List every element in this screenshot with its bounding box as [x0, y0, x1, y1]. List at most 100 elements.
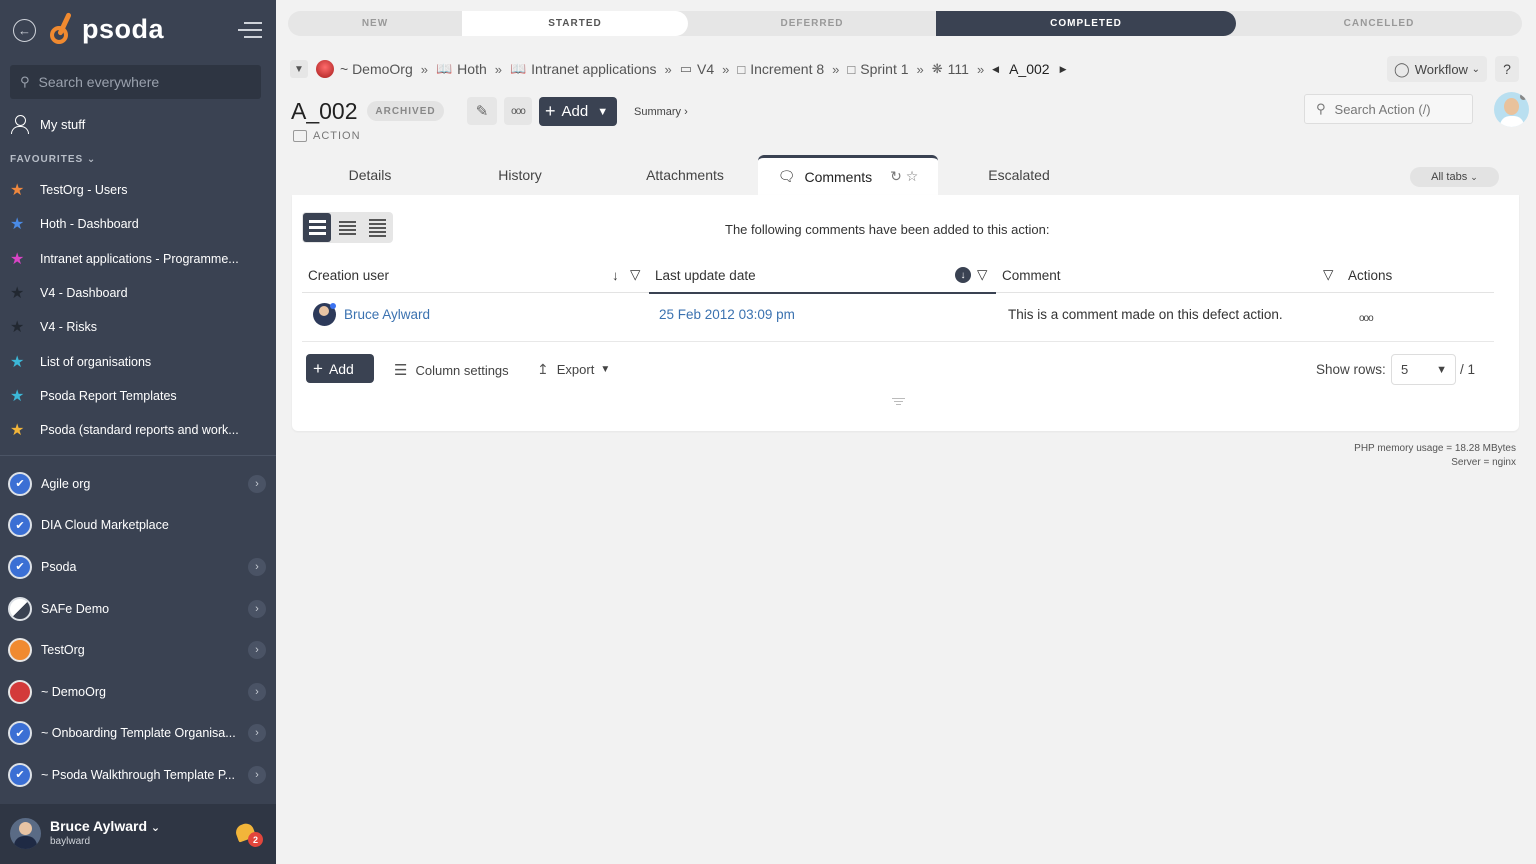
- breadcrumb-item-hoth[interactable]: 📖 Hoth: [436, 61, 487, 77]
- sidebar-divider: [0, 455, 276, 456]
- chevron-right-icon[interactable]: ›: [248, 765, 266, 784]
- status-bar: NEW STARTED DEFERRED COMPLETED CANCELLED: [288, 11, 1522, 36]
- chevron-right-icon[interactable]: ›: [248, 641, 266, 660]
- resize-grip-icon[interactable]: [892, 398, 905, 407]
- view-compact-button[interactable]: [333, 213, 361, 242]
- next-item-icon[interactable]: ▶: [1060, 64, 1067, 75]
- status-cancelled[interactable]: CANCELLED: [1236, 11, 1522, 36]
- notifications-bell[interactable]: 2: [233, 821, 263, 847]
- organisation-item[interactable]: SAFe Demo ›: [8, 588, 268, 630]
- user-name: Bruce Aylward ⌄: [50, 818, 161, 834]
- breadcrumb-item-demoorg[interactable]: ~ DemoOrg: [316, 60, 413, 78]
- book-icon: 📖: [435, 61, 453, 76]
- search-action-input[interactable]: ⚲ Search Action (/): [1304, 94, 1473, 124]
- avatar[interactable]: [1494, 92, 1529, 127]
- favourite-label: V4 - Risks: [40, 320, 97, 335]
- previous-item-icon[interactable]: ◀: [992, 64, 999, 75]
- show-rows-label: Show rows:: [1316, 362, 1386, 377]
- edit-button[interactable]: ✎: [467, 97, 497, 125]
- view-dense-button[interactable]: [364, 213, 392, 242]
- view-comfortable-button[interactable]: [303, 213, 332, 242]
- sidebar-header: ← psoda: [0, 0, 276, 62]
- more-options-button[interactable]: ooo: [504, 97, 532, 125]
- organisation-item[interactable]: ✔ DIA Cloud Marketplace: [8, 505, 268, 547]
- chevron-right-icon[interactable]: ›: [248, 557, 266, 576]
- breadcrumb-dropdown-icon[interactable]: ▼: [290, 60, 308, 78]
- star-icon[interactable]: ☆: [906, 168, 919, 184]
- filter-icon[interactable]: ▽: [1323, 257, 1333, 293]
- add-button[interactable]: + Add ▼: [539, 97, 617, 126]
- column-last-update-date[interactable]: Last update date: [655, 257, 756, 293]
- column-comment[interactable]: Comment: [1002, 257, 1061, 293]
- plus-icon: +: [545, 101, 556, 121]
- organisation-item[interactable]: ✔ ~ Psoda Walkthrough Template P... ›: [8, 754, 268, 796]
- tab-attachments[interactable]: Attachments: [620, 155, 750, 195]
- favourites-toggle[interactable]: FAVOURITES ⌄: [10, 154, 96, 165]
- date-link[interactable]: 25 Feb 2012 03:09 pm: [659, 307, 795, 322]
- favourite-item[interactable]: ★ Intranet applications - Programme...: [10, 242, 266, 276]
- tab-history[interactable]: History: [460, 155, 580, 195]
- export-button[interactable]: ↥ Export ▼: [537, 361, 610, 378]
- chevron-right-icon[interactable]: ›: [248, 474, 266, 493]
- status-deferred[interactable]: DEFERRED: [688, 11, 936, 36]
- user-link[interactable]: Bruce Aylward: [344, 307, 430, 322]
- favourite-item[interactable]: ★ TestOrg - Users: [10, 173, 266, 207]
- help-button[interactable]: ?: [1495, 56, 1519, 82]
- item-type: ACTION: [293, 130, 361, 142]
- row-actions-button[interactable]: ooo: [1359, 297, 1374, 340]
- pencil-icon: ✎: [475, 103, 489, 120]
- organisation-list: ✔ Agile org › ✔ DIA Cloud Marketplace ✔ Psoda ›…: [8, 463, 268, 796]
- breadcrumb-item-intranet[interactable]: 📖 Intranet applications: [510, 61, 657, 77]
- favourite-item[interactable]: ★ Hoth - Dashboard: [10, 207, 266, 241]
- favourite-item[interactable]: ★ List of organisations: [10, 344, 266, 378]
- organisation-item[interactable]: TestOrg ›: [8, 629, 268, 671]
- box-icon: □: [847, 61, 856, 77]
- search-icon: ⚲: [1316, 101, 1326, 116]
- organisation-item[interactable]: ~ DemoOrg ›: [8, 671, 268, 713]
- rows-per-page-select[interactable]: 5 ▼: [1391, 354, 1456, 385]
- tab-escalated[interactable]: Escalated: [964, 155, 1074, 195]
- filter-icon[interactable]: ▽: [630, 257, 640, 293]
- user-menu[interactable]: Bruce Aylward ⌄ baylward 2: [0, 804, 276, 864]
- filter-icon[interactable]: ▽: [977, 257, 987, 293]
- breadcrumb-item-defect[interactable]: ❋ 111: [932, 61, 969, 77]
- breadcrumb-item-v4[interactable]: ▭ V4: [680, 61, 714, 77]
- breadcrumb-item-sprint[interactable]: □ Sprint 1: [847, 61, 908, 77]
- refresh-icon[interactable]: ↻: [890, 168, 902, 184]
- favourite-label: List of organisations: [40, 354, 152, 369]
- psoda-logo[interactable]: psoda: [50, 12, 164, 46]
- chevron-right-icon[interactable]: ›: [248, 682, 266, 701]
- tab-comments[interactable]: 🗨 Comments ↻ ☆: [758, 155, 938, 195]
- chevron-right-icon[interactable]: ›: [248, 599, 266, 618]
- row-comment: This is a comment made on this defect ac…: [1008, 307, 1283, 322]
- favourite-item[interactable]: ★ Psoda (standard reports and work...: [10, 413, 266, 447]
- chevron-right-icon[interactable]: ›: [248, 724, 266, 743]
- collapse-sidebar-icon[interactable]: [238, 22, 262, 40]
- favourite-item[interactable]: ★ V4 - Dashboard: [10, 276, 266, 310]
- favourite-item[interactable]: ★ Psoda Report Templates: [10, 379, 266, 413]
- breadcrumb-item-increment[interactable]: □ Increment 8: [737, 61, 824, 77]
- status-started[interactable]: STARTED: [462, 11, 688, 36]
- column-creation-user[interactable]: Creation user: [308, 257, 389, 293]
- summary-link[interactable]: Summary ›: [634, 106, 688, 118]
- tab-details[interactable]: Details: [310, 155, 430, 195]
- favourite-item[interactable]: ★ V4 - Risks: [10, 310, 266, 344]
- organisation-item[interactable]: ✔ ~ Onboarding Template Organisa... ›: [8, 713, 268, 755]
- my-stuff-link[interactable]: My stuff: [10, 114, 85, 134]
- workflow-button[interactable]: ◯ Workflow ⌄: [1387, 56, 1487, 82]
- organisation-item[interactable]: ✔ Agile org ›: [8, 463, 268, 505]
- status-completed[interactable]: COMPLETED: [936, 11, 1236, 36]
- sort-active-icon[interactable]: ↓: [955, 267, 971, 283]
- psoda-logo-icon: [50, 12, 80, 46]
- organisation-item[interactable]: ✔ Psoda ›: [8, 546, 268, 588]
- status-new[interactable]: NEW: [288, 11, 462, 36]
- user-username: baylward: [50, 836, 91, 847]
- star-icon: ★: [10, 182, 25, 200]
- sort-arrow-icon[interactable]: ↓: [612, 257, 619, 293]
- add-comment-button[interactable]: + Add: [306, 354, 374, 383]
- column-settings-button[interactable]: ☰ Column settings: [394, 361, 509, 379]
- all-tabs-button[interactable]: All tabs ⌄: [1410, 167, 1499, 187]
- notification-count: 2: [248, 832, 263, 847]
- back-icon[interactable]: ←: [13, 19, 36, 42]
- global-search-input[interactable]: ⚲ Search everywhere: [10, 65, 261, 99]
